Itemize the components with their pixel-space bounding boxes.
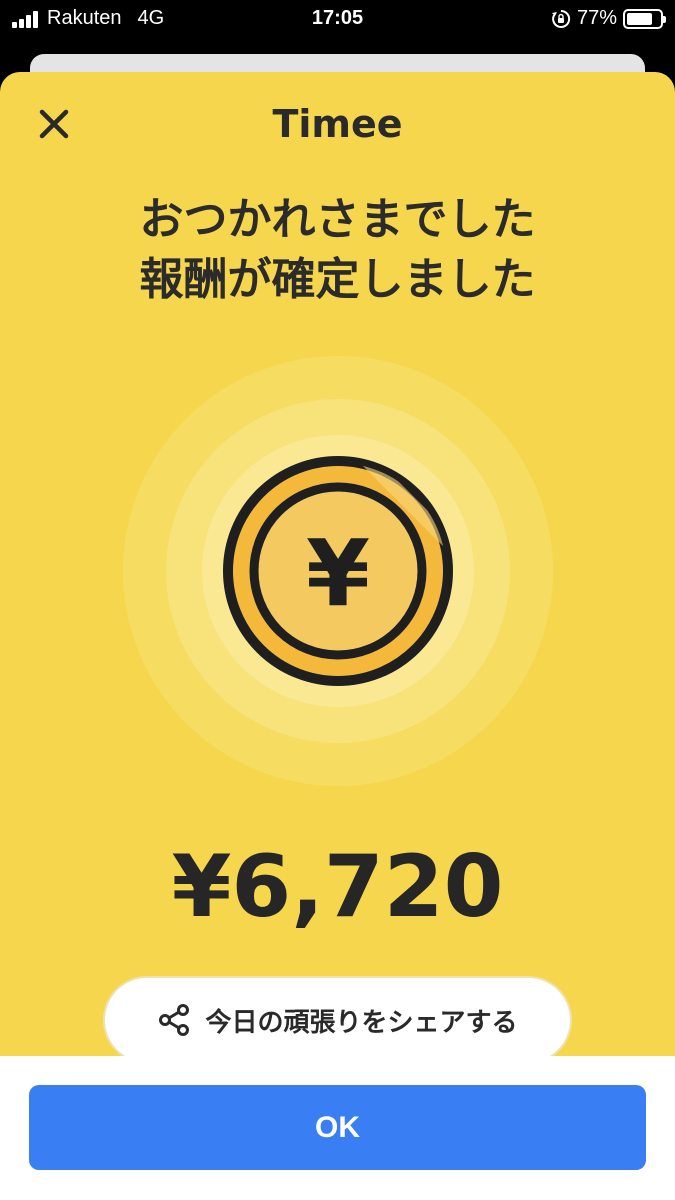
coin-yen-symbol: ¥ [306, 520, 370, 627]
reward-amount: ¥6,720 [171, 837, 504, 937]
share-button-label: 今日の頑張りをシェアする [205, 1007, 518, 1038]
status-right: 77% [551, 7, 666, 30]
bottom-bar: OK [0, 1056, 675, 1200]
yen-coin-icon: ¥ [123, 356, 553, 786]
share-button[interactable]: 今日の頑張りをシェアする [103, 976, 572, 1064]
reward-modal: Timee おつかれさまでした 報酬が確定しました ¥ ¥6,720 今日の頑張… [0, 72, 675, 1200]
screen: Rakuten 4G 17:05 77% Timee おつかれさまでした 報酬が… [0, 0, 675, 1200]
battery-level-fill [627, 12, 652, 25]
status-bar: Rakuten 4G 17:05 77% [0, 0, 675, 40]
headline-line-2: 報酬が確定しました [139, 254, 536, 305]
headline: おつかれさまでした 報酬が確定しました [0, 190, 675, 310]
ok-button[interactable]: OK [29, 1085, 646, 1170]
battery-icon [623, 8, 666, 29]
orientation-lock-icon [551, 9, 571, 28]
share-icon [159, 1004, 190, 1036]
brand-logo: Timee [272, 102, 403, 146]
headline-line-1: おつかれさまでした [139, 194, 536, 245]
battery-percent: 77% [576, 7, 617, 29]
